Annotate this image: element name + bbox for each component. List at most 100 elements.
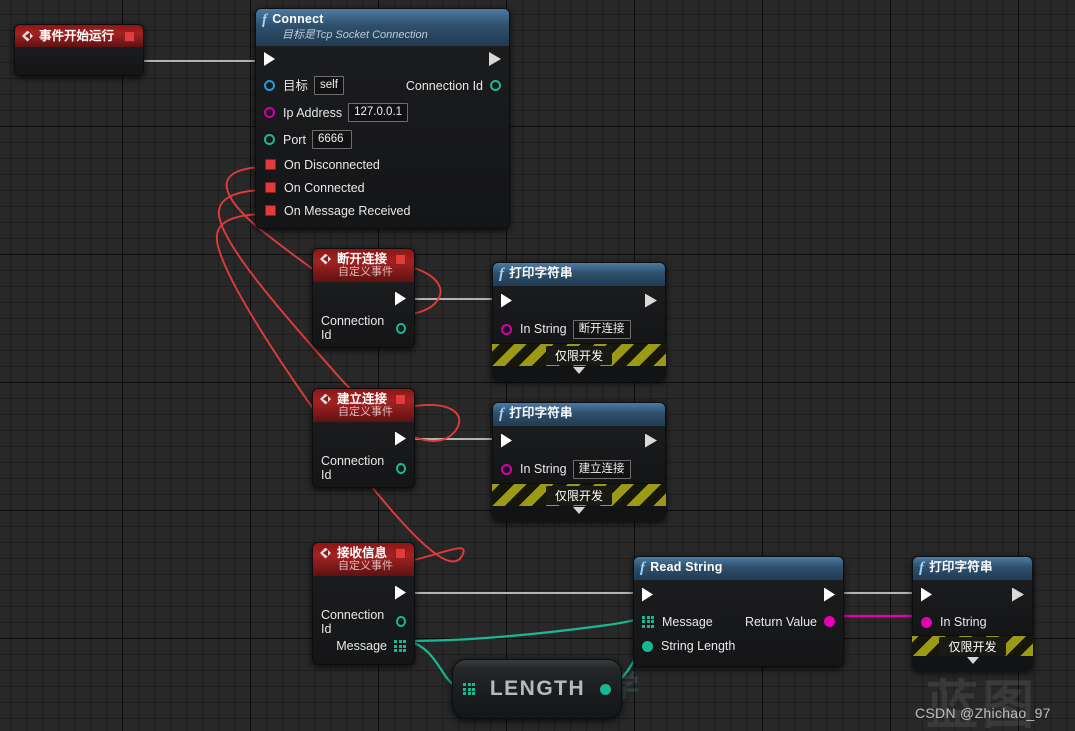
exec-out-pin[interactable] bbox=[489, 52, 501, 66]
exec-out-pin[interactable] bbox=[645, 294, 657, 308]
node-length[interactable]: LENGTH bbox=[452, 659, 622, 719]
node-body: Message Return Value String Length bbox=[633, 580, 844, 667]
node-print-disconnect[interactable]: f 打印字符串 In String 断开连接 仅限开发 bbox=[492, 262, 666, 381]
node-body: Connection Id bbox=[312, 282, 415, 348]
node-read-string[interactable]: f Read String Message Return Value String bbox=[633, 556, 844, 667]
chevron-down-icon bbox=[966, 657, 979, 664]
ip-address-input[interactable]: 127.0.0.1 bbox=[348, 103, 409, 122]
exec-out-pin[interactable] bbox=[395, 585, 406, 600]
row-connection-id: Connection Id bbox=[313, 454, 414, 482]
row-label: Message bbox=[662, 614, 713, 629]
node-subtitle: 自定义事件 bbox=[338, 560, 393, 572]
in-string-pin[interactable] bbox=[501, 463, 512, 475]
in-string-input[interactable]: 断开连接 bbox=[572, 319, 631, 339]
row-label: In String bbox=[520, 322, 567, 336]
row-label: In String bbox=[940, 615, 987, 629]
exec-row bbox=[313, 422, 414, 455]
exec-in-pin[interactable] bbox=[264, 52, 275, 66]
node-collapse-toggle[interactable] bbox=[492, 366, 666, 381]
row-on-message-received: On Message Received bbox=[256, 199, 509, 222]
row-string-length: String Length bbox=[634, 634, 843, 658]
row-target: 目标 self Connection Id bbox=[256, 72, 509, 99]
node-title: 打印字符串 bbox=[509, 406, 573, 420]
node-collapse-toggle[interactable] bbox=[492, 506, 666, 521]
message-array-in-pin[interactable] bbox=[642, 615, 654, 628]
on-disconnected-pin[interactable] bbox=[265, 159, 276, 170]
in-string-input[interactable]: 建立连接 bbox=[572, 459, 631, 479]
node-event-connect[interactable]: 建立连接 自定义事件 Connection Id bbox=[312, 388, 415, 488]
exec-row bbox=[313, 576, 414, 609]
length-out-pin[interactable] bbox=[600, 683, 611, 695]
exec-in-pin[interactable] bbox=[501, 433, 512, 448]
node-header: 建立连接 自定义事件 bbox=[312, 388, 415, 422]
node-title: 打印字符串 bbox=[929, 560, 993, 574]
node-body: 目标 self Connection Id Ip Address 127.0.0… bbox=[255, 46, 510, 229]
exec-in-pin[interactable] bbox=[921, 587, 932, 602]
node-body bbox=[14, 47, 144, 76]
port-input[interactable]: 6666 bbox=[311, 130, 352, 149]
node-event-receive[interactable]: 接收信息 自定义事件 Connection Id Message bbox=[312, 542, 415, 665]
ip-address-pin[interactable] bbox=[264, 107, 275, 118]
exec-out-pin[interactable] bbox=[645, 434, 657, 448]
delegate-pin[interactable] bbox=[124, 30, 135, 42]
in-string-pin[interactable] bbox=[501, 323, 512, 335]
node-title-row: f 打印字符串 bbox=[919, 560, 1024, 576]
row-label: On Disconnected bbox=[284, 157, 380, 172]
row-label: In String bbox=[520, 462, 567, 476]
exec-in-pin[interactable] bbox=[642, 587, 653, 602]
node-collapse-toggle[interactable] bbox=[912, 656, 1033, 671]
delegate-pin[interactable] bbox=[395, 253, 406, 265]
exec-out-pin[interactable] bbox=[824, 587, 835, 602]
row-on-connected: On Connected bbox=[256, 176, 509, 199]
on-connected-pin[interactable] bbox=[265, 182, 276, 193]
connection-id-out-pin[interactable] bbox=[395, 616, 406, 627]
function-icon: f bbox=[499, 406, 505, 422]
node-event-disconnect[interactable]: 断开连接 自定义事件 Connection Id bbox=[312, 248, 415, 348]
output-label: Return Value bbox=[744, 614, 817, 629]
exec-out-pin[interactable] bbox=[395, 291, 406, 306]
node-title-row: f Connect bbox=[262, 12, 501, 28]
delegate-pin[interactable] bbox=[395, 547, 406, 559]
on-message-received-pin[interactable] bbox=[265, 205, 276, 216]
node-header: f Connect 目标是Tcp Socket Connection bbox=[255, 8, 510, 46]
node-title: Read String bbox=[650, 560, 723, 574]
row-in-string: In String 建立连接 bbox=[493, 455, 665, 483]
node-print-message[interactable]: f 打印字符串 In String 仅限开发 bbox=[912, 556, 1033, 671]
in-string-pin[interactable] bbox=[921, 616, 932, 628]
target-value[interactable]: self bbox=[314, 76, 344, 95]
exec-out-pin[interactable] bbox=[1012, 588, 1024, 602]
node-title-row: f Read String bbox=[640, 560, 835, 576]
exec-in-pin[interactable] bbox=[501, 293, 512, 308]
port-pin[interactable] bbox=[264, 134, 275, 145]
row-connection-id: Connection Id bbox=[313, 314, 414, 342]
target-pin[interactable] bbox=[264, 80, 275, 91]
exec-out-pin[interactable] bbox=[395, 431, 406, 446]
node-title-row: f 打印字符串 bbox=[499, 266, 657, 282]
event-diamond-icon bbox=[320, 547, 331, 559]
message-array-out-pin[interactable] bbox=[394, 640, 406, 652]
node-subtitle: 自定义事件 bbox=[338, 406, 393, 418]
row-label: On Message Received bbox=[284, 203, 411, 218]
node-title: 打印字符串 bbox=[509, 266, 573, 280]
connection-id-out-pin[interactable] bbox=[490, 80, 501, 91]
connection-id-out-pin[interactable] bbox=[395, 462, 406, 474]
node-print-connect[interactable]: f 打印字符串 In String 建立连接 仅限开发 bbox=[492, 402, 666, 521]
node-connect[interactable]: f Connect 目标是Tcp Socket Connection 目标 sel… bbox=[255, 8, 510, 229]
blueprint-graph-canvas[interactable]: 蓝图教学 事件开始运行 fConnect 目标是Tcp Socket Conne… bbox=[0, 0, 1075, 731]
return-value-out-pin[interactable] bbox=[824, 616, 835, 627]
delegate-pin[interactable] bbox=[395, 393, 406, 405]
node-header: f 打印字符串 bbox=[492, 262, 666, 286]
output-label: Connection Id bbox=[321, 607, 385, 636]
row-label: String Length bbox=[661, 639, 736, 653]
string-length-pin[interactable] bbox=[642, 640, 653, 652]
development-only-banner: 仅限开发 bbox=[492, 484, 666, 506]
connection-id-out-pin[interactable] bbox=[395, 322, 406, 334]
length-array-in-pin[interactable] bbox=[463, 683, 475, 695]
node-event-begin-play[interactable]: 事件开始运行 bbox=[14, 24, 144, 76]
event-diamond-icon bbox=[320, 393, 331, 405]
chevron-down-icon bbox=[573, 507, 585, 514]
development-only-label: 仅限开发 bbox=[545, 345, 612, 365]
row-in-string: In String 断开连接 bbox=[493, 315, 665, 343]
node-body: Connection Id Message bbox=[312, 576, 415, 665]
function-icon: f bbox=[919, 560, 925, 576]
